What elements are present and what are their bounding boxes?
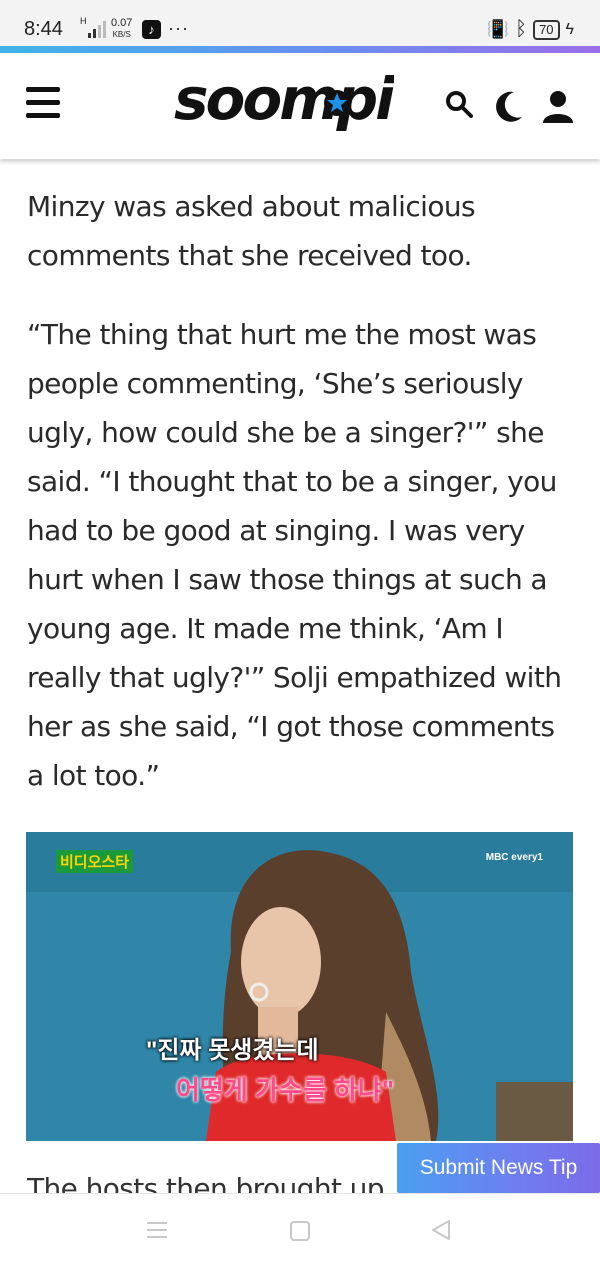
submit-news-tip-button[interactable]: Submit News Tip <box>397 1143 600 1193</box>
show-logo: 비디오스타 <box>56 850 134 873</box>
network-speed: 0.07 KB/S <box>111 18 132 40</box>
dark-mode-moon-icon[interactable] <box>492 89 524 123</box>
speed-unit: KB/S <box>112 30 131 39</box>
article-paragraph: Minzy was asked about malicious comments… <box>27 190 476 272</box>
more-notifications: ··· <box>168 18 189 38</box>
speed-value: 0.07 <box>111 17 133 29</box>
caption-line-1: "진짜 못생겼는데 <box>146 1037 319 1064</box>
bluetooth-icon: ᛒ <box>515 18 528 40</box>
status-bar: 8:44 H 0.07 KB/S ♪ ··· 📳 ᛒ 70 ϟ <box>0 0 600 46</box>
battery-indicator: 70 <box>533 19 560 40</box>
next-paragraph-partial: The hosts then brought up <box>27 1172 384 1194</box>
status-time: 8:44 <box>24 18 63 40</box>
article-paragraph: “The thing that hurt me the most was peo… <box>27 318 562 792</box>
charging-icon: ϟ <box>565 20 574 38</box>
channel-logo: MBC every1 <box>485 852 543 863</box>
site-header: soompi <box>0 53 600 159</box>
search-icon[interactable] <box>444 89 474 119</box>
home-icon[interactable] <box>290 1221 310 1241</box>
status-right: 📳 ᛒ 70 ϟ <box>487 18 574 41</box>
logo-text: soompi <box>174 65 394 133</box>
back-icon[interactable] <box>430 1219 452 1241</box>
tiktok-notification-icon: ♪ <box>142 20 161 39</box>
network-type: H <box>80 16 87 26</box>
article-body: Minzy was asked about malicious comments… <box>27 182 577 830</box>
vibrate-icon: 📳 <box>486 19 510 39</box>
menu-icon[interactable] <box>26 87 60 121</box>
recent-apps-icon[interactable] <box>147 1222 167 1243</box>
caption-line-2: 어떻게 가수를 하냐" <box>176 1075 395 1105</box>
signal-icon <box>88 21 106 38</box>
system-nav-bar <box>0 1193 600 1268</box>
soompi-logo[interactable]: soompi <box>172 61 394 143</box>
article-photo: 비디오스타 MBC every1 "진짜 못생겼는데 어떻게 가수를 하냐" <box>26 832 573 1141</box>
user-account-icon[interactable] <box>541 89 575 125</box>
reading-progress-bar <box>0 46 600 53</box>
